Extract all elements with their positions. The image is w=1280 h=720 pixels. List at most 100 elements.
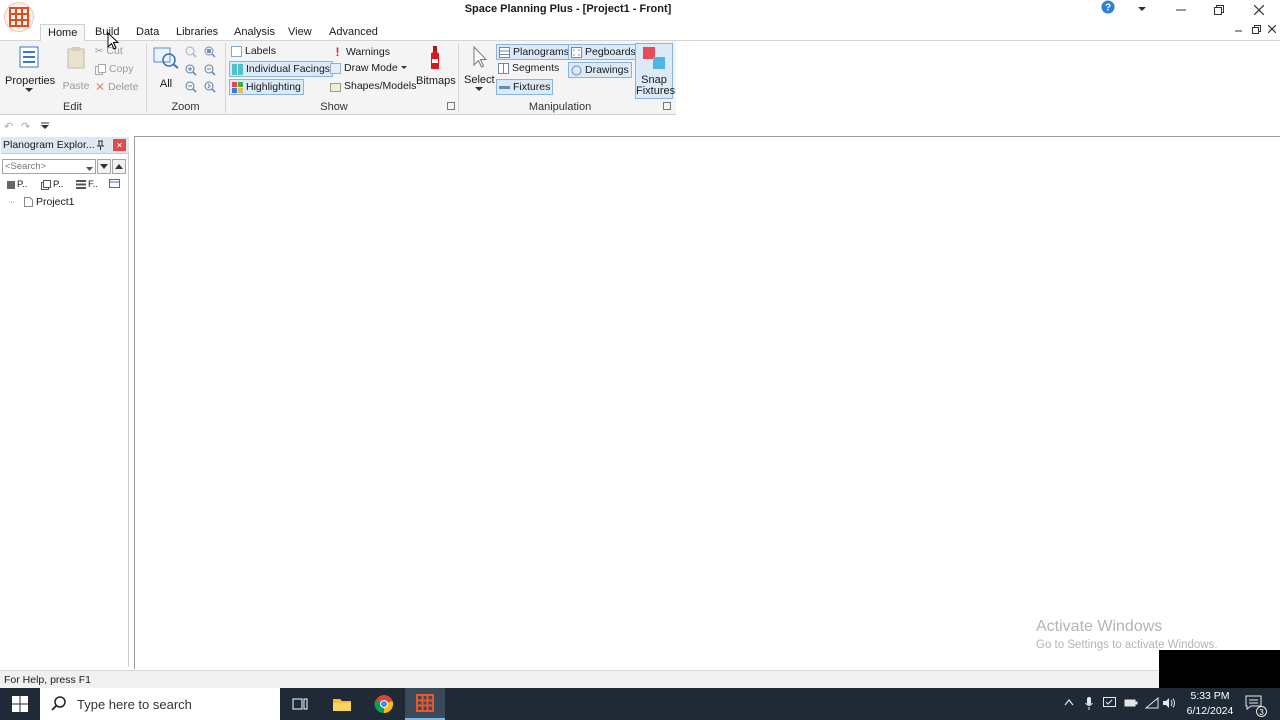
space-planning-icon <box>416 694 434 712</box>
mdi-restore-button[interactable] <box>1252 25 1261 37</box>
window-title: Space Planning Plus - [Project1 - Front] <box>464 3 672 15</box>
segments-toggle[interactable]: Segments <box>498 62 559 74</box>
facings-icon <box>232 63 243 75</box>
zoom-window-icon[interactable] <box>185 46 197 61</box>
labels-toggle[interactable]: Labels <box>231 45 276 57</box>
explorer-tab-products[interactable]: P.. <box>41 179 63 190</box>
ribbon: Properties Paste ✂ Cut Copy ✕ Delete Edit … <box>0 41 676 115</box>
explorer-tab-planograms[interactable]: P.. <box>7 179 27 190</box>
individual-facings-toggle[interactable]: Individual Facings <box>229 61 334 77</box>
explorer-search-input[interactable] <box>2 159 96 174</box>
search-up-button[interactable] <box>112 159 126 174</box>
start-button[interactable] <box>0 688 40 720</box>
explorer-tab-fixtures[interactable]: F.. <box>76 179 98 190</box>
restore-button[interactable] <box>1200 0 1238 20</box>
clock-date: 6/12/2024 <box>1186 705 1234 717</box>
security-icon[interactable] <box>1103 697 1117 712</box>
tab-advanced[interactable]: Advanced <box>322 24 385 42</box>
pegboards-toggle[interactable]: Pegboards <box>568 44 639 60</box>
delete-label: Delete <box>108 81 139 93</box>
select-button[interactable]: Select <box>464 45 495 92</box>
individual-facings-label: Individual Facings <box>246 63 331 75</box>
draw-mode-dropdown[interactable]: Draw Mode <box>330 62 407 74</box>
app-logo-icon[interactable] <box>4 2 34 32</box>
search-dropdown-icon[interactable] <box>86 163 93 175</box>
zoom-fixture-icon[interactable] <box>204 46 216 61</box>
clock-time: 5:33 PM <box>1190 690 1230 702</box>
file-explorer-button[interactable] <box>322 688 362 720</box>
taskbar-clock[interactable]: 5:33 PM 6/12/2024 <box>1180 689 1240 719</box>
arrow-cursor-icon <box>473 45 487 68</box>
battery-icon[interactable] <box>1124 697 1138 712</box>
zoom-previous-icon[interactable] <box>204 81 216 96</box>
shapes-models-toggle[interactable]: Shapes/Models <box>330 80 416 92</box>
drawings-toggle[interactable]: Drawings <box>568 62 632 78</box>
mdi-minimize-button[interactable] <box>1235 25 1243 36</box>
close-button[interactable] <box>1240 0 1278 20</box>
bitmaps-label: Bitmaps <box>416 75 456 87</box>
show-hidden-icons-icon[interactable] <box>1064 697 1074 709</box>
windows-logo-icon <box>12 696 28 712</box>
microphone-icon[interactable] <box>1085 697 1093 713</box>
network-icon[interactable] <box>1144 696 1159 712</box>
highlighting-label: Highlighting <box>246 81 301 93</box>
draw-mode-label: Draw Mode <box>344 62 398 74</box>
undo-icon[interactable]: ↶ <box>4 120 13 133</box>
draw-mode-icon <box>330 62 341 74</box>
bitmaps-toggle[interactable]: Bitmaps <box>416 45 456 87</box>
taskbar-search-box[interactable]: Type here to search <box>40 688 280 720</box>
mdi-close-button[interactable] <box>1267 24 1277 36</box>
close-panel-icon[interactable]: ✕ <box>113 139 126 151</box>
paste-button[interactable]: Paste <box>62 45 90 92</box>
status-text: For Help, press F1 <box>4 674 91 686</box>
drawings-icon <box>571 65 582 75</box>
tree-item-project1[interactable]: Project1 <box>9 196 75 208</box>
ribbon-options-icon[interactable] <box>1138 3 1146 15</box>
delete-button[interactable]: ✕ Delete <box>95 80 138 94</box>
tab-data[interactable]: Data <box>129 24 166 42</box>
manipulation-dialog-launcher-icon[interactable] <box>663 102 671 110</box>
tab-libraries[interactable]: Libraries <box>169 24 225 42</box>
volume-icon[interactable] <box>1162 697 1176 712</box>
planogram-canvas[interactable] <box>134 136 1280 669</box>
tab-home[interactable]: Home <box>40 24 86 42</box>
planograms-label: Planograms <box>513 46 570 58</box>
properties-button[interactable]: Properties <box>5 45 55 93</box>
zoom-out-icon[interactable] <box>185 81 197 96</box>
search-down-button[interactable] <box>97 159 111 174</box>
chrome-button[interactable] <box>364 688 404 720</box>
zoom-all-button[interactable]: All <box>152 45 180 90</box>
windows-taskbar: Type here to search 5:33 PM 6/12/2024 3 <box>0 688 1280 720</box>
zoom-in-icon[interactable] <box>185 64 197 79</box>
task-view-button[interactable] <box>280 688 320 720</box>
tree-item-label: Project1 <box>36 196 75 208</box>
redo-icon[interactable]: ↷ <box>21 120 30 133</box>
tab-view[interactable]: View <box>281 24 319 42</box>
highlighting-icon <box>232 81 243 93</box>
segments-label: Segments <box>512 62 560 74</box>
copy-label: Copy <box>109 63 134 75</box>
tab-analysis[interactable]: Analysis <box>227 24 282 42</box>
snap-fixtures-toggle[interactable]: Snap Fixtures <box>635 43 675 99</box>
minimize-button[interactable] <box>1162 0 1200 20</box>
help-icon[interactable]: ? <box>1101 0 1115 17</box>
pin-icon[interactable] <box>96 140 105 153</box>
quick-access-toolbar: ↶ ↷ <box>0 117 1280 135</box>
explorer-tab-label: P.. <box>17 179 28 190</box>
copy-button[interactable]: Copy <box>95 63 134 75</box>
svg-text:?: ? <box>1105 3 1111 14</box>
explorer-tab-label: P.. <box>53 179 64 190</box>
explorer-tab-views[interactable] <box>109 179 120 188</box>
show-dialog-launcher-icon[interactable] <box>447 102 455 110</box>
customize-qat-icon[interactable] <box>41 121 49 133</box>
select-label: Select <box>464 74 495 86</box>
warnings-toggle[interactable]: ! Warnings <box>332 45 390 59</box>
status-bar: For Help, press F1 <box>0 670 1280 688</box>
group-label-zoom: Zoom <box>171 101 200 113</box>
space-planning-taskbar-button[interactable] <box>405 688 445 720</box>
task-view-icon <box>292 698 308 710</box>
zoom-segment-icon[interactable] <box>204 64 216 79</box>
highlighting-toggle[interactable]: Highlighting <box>229 79 304 95</box>
fixtures-toggle[interactable]: Fixtures <box>496 79 554 95</box>
planograms-toggle[interactable]: Planograms <box>496 44 573 60</box>
